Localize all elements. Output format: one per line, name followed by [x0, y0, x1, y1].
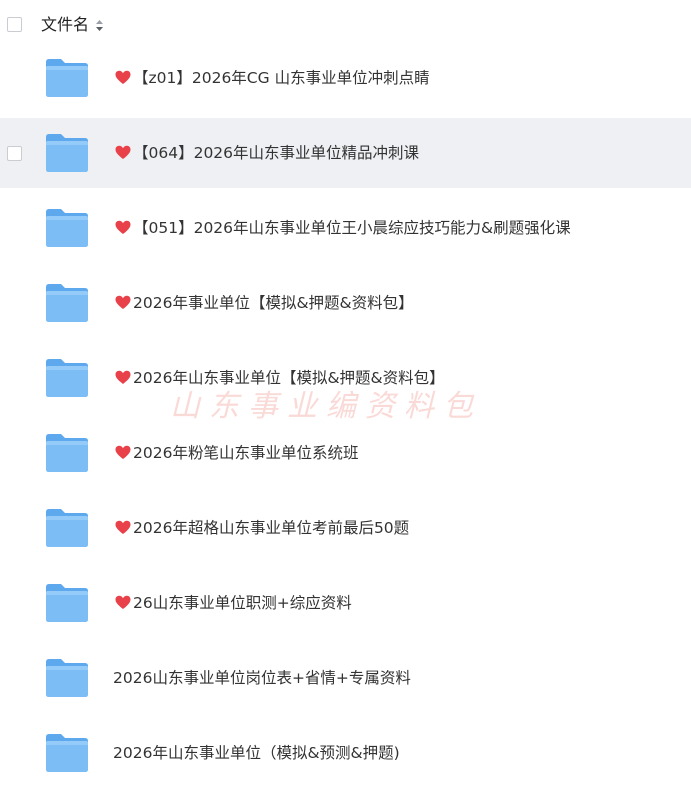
folder-icon[interactable] [44, 731, 90, 773]
heart-icon [115, 370, 131, 384]
folder-icon[interactable] [44, 431, 90, 473]
row-checkbox[interactable] [7, 146, 22, 161]
folder-icon[interactable] [44, 356, 90, 398]
folder-row[interactable]: 2026年事业单位【模拟&押题&资料包】 [0, 268, 691, 338]
folder-name[interactable]: 2026年粉笔山东事业单位系统班 [133, 442, 358, 464]
folder-row[interactable]: 【051】2026年山东事业单位王小晨综应技巧能力&刷题强化课 [0, 193, 691, 263]
folder-icon[interactable] [44, 581, 90, 623]
filename-column-header[interactable]: 文件名 [41, 14, 89, 36]
folder-name[interactable]: 26山东事业单位职测+综应资料 [133, 592, 352, 614]
folder-icon[interactable] [44, 506, 90, 548]
select-all-checkbox[interactable] [7, 17, 22, 32]
heart-icon [115, 445, 131, 459]
folder-name[interactable]: 2026山东事业单位岗位表+省情+专属资料 [113, 667, 411, 689]
folder-name[interactable]: 【z01】2026年CG 山东事业单位冲刺点睛 [133, 67, 430, 89]
folder-name[interactable]: 2026年山东事业单位（模拟&预测&押题) [113, 742, 400, 764]
heart-icon [115, 520, 131, 534]
heart-icon [115, 70, 131, 84]
folder-row[interactable]: 2026山东事业单位岗位表+省情+专属资料 [0, 643, 691, 713]
heart-icon [115, 220, 131, 234]
folder-row[interactable]: 2026年山东事业单位（模拟&预测&押题) [0, 718, 691, 788]
folder-name[interactable]: 【051】2026年山东事业单位王小晨综应技巧能力&刷题强化课 [133, 217, 571, 239]
folder-name[interactable]: 【064】2026年山东事业单位精品冲刺课 [133, 142, 419, 164]
folder-name[interactable]: 2026年事业单位【模拟&押题&资料包】 [133, 292, 414, 314]
heart-icon [115, 595, 131, 609]
folder-row[interactable]: 【064】2026年山东事业单位精品冲刺课 [0, 118, 691, 188]
folder-icon[interactable] [44, 56, 90, 98]
sort-arrows-icon[interactable] [95, 19, 104, 32]
folder-name[interactable]: 2026年超格山东事业单位考前最后50题 [133, 517, 409, 539]
folder-row[interactable]: 2026年超格山东事业单位考前最后50题 [0, 493, 691, 563]
folder-icon[interactable] [44, 281, 90, 323]
folder-row[interactable]: 26山东事业单位职测+综应资料 [0, 568, 691, 638]
folder-icon[interactable] [44, 206, 90, 248]
folder-row[interactable]: 【z01】2026年CG 山东事业单位冲刺点睛 [0, 43, 691, 113]
heart-icon [115, 295, 131, 309]
heart-icon [115, 145, 131, 159]
folder-row[interactable]: 2026年粉笔山东事业单位系统班 [0, 418, 691, 488]
folder-icon[interactable] [44, 131, 90, 173]
folder-icon[interactable] [44, 656, 90, 698]
watermark-text: 山东事业编资料包 [170, 389, 482, 424]
